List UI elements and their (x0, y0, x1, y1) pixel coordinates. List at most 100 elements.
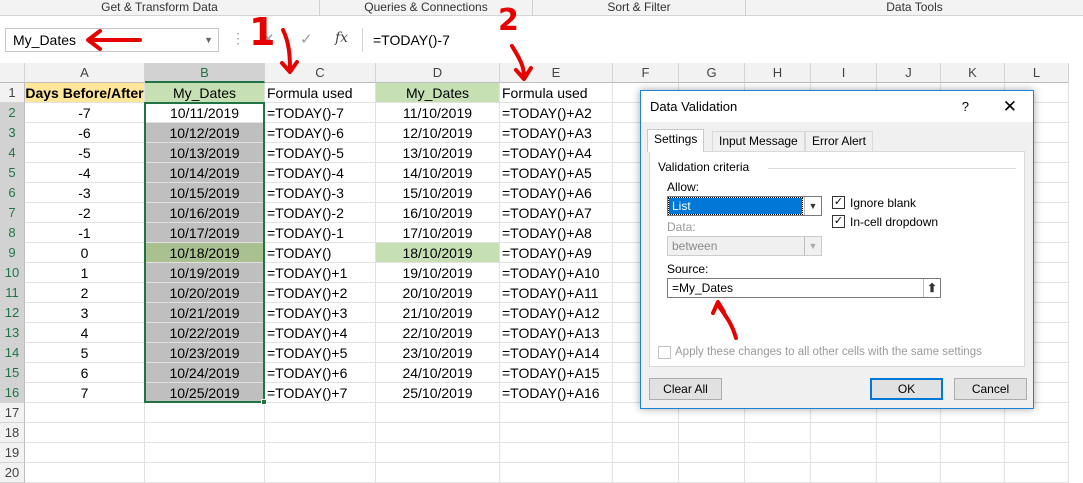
source-input[interactable]: =My_Dates ⬆ (667, 278, 941, 298)
collapse-dialog-icon[interactable]: ⬆ (923, 279, 940, 297)
cell-c16[interactable]: =TODAY()+7 (265, 383, 376, 403)
cell-e1[interactable]: Formula used (500, 83, 613, 103)
row-header-19[interactable]: 19 (0, 443, 25, 463)
cell-e11[interactable]: =TODAY()+A11 (500, 283, 613, 303)
cell-a16[interactable]: 7 (25, 383, 145, 403)
cell-d3[interactable]: 12/10/2019 (376, 123, 500, 143)
cell-d7[interactable]: 16/10/2019 (376, 203, 500, 223)
cell-l20[interactable] (1005, 463, 1069, 483)
cell-e12[interactable]: =TODAY()+A12 (500, 303, 613, 323)
cell-a10[interactable]: 1 (25, 263, 145, 283)
help-icon[interactable]: ? (962, 91, 969, 122)
cell-b2[interactable]: 10/11/2019 (145, 103, 265, 123)
cell-a19[interactable] (25, 443, 145, 463)
row-header-14[interactable]: 14 (0, 343, 25, 363)
cell-d1[interactable]: My_Dates (376, 83, 500, 103)
cell-a5[interactable]: -4 (25, 163, 145, 183)
cell-b12[interactable]: 10/21/2019 (145, 303, 265, 323)
cell-d12[interactable]: 21/10/2019 (376, 303, 500, 323)
row-header-11[interactable]: 11 (0, 283, 25, 303)
cell-e6[interactable]: =TODAY()+A6 (500, 183, 613, 203)
cell-b13[interactable]: 10/22/2019 (145, 323, 265, 343)
cell-d2[interactable]: 11/10/2019 (376, 103, 500, 123)
cell-b9[interactable]: 10/18/2019 (145, 243, 265, 263)
formula-input[interactable]: =TODAY()-7 (362, 28, 1083, 52)
column-header-d[interactable]: D (376, 63, 500, 83)
row-header-16[interactable]: 16 (0, 383, 25, 403)
ok-button[interactable]: OK (870, 378, 943, 400)
cell-b14[interactable]: 10/23/2019 (145, 343, 265, 363)
cell-e9[interactable]: =TODAY()+A9 (500, 243, 613, 263)
cell-d16[interactable]: 25/10/2019 (376, 383, 500, 403)
cell-c10[interactable]: =TODAY()+1 (265, 263, 376, 283)
cell-f19[interactable] (613, 443, 679, 463)
cell-b4[interactable]: 10/13/2019 (145, 143, 265, 163)
cell-d15[interactable]: 24/10/2019 (376, 363, 500, 383)
tab-error-alert[interactable]: Error Alert (805, 131, 874, 151)
row-header-17[interactable]: 17 (0, 403, 25, 423)
cell-b18[interactable] (145, 423, 265, 443)
cell-d17[interactable] (376, 403, 500, 423)
cell-a7[interactable]: -2 (25, 203, 145, 223)
cell-c8[interactable]: =TODAY()-1 (265, 223, 376, 243)
chevron-down-icon[interactable]: ▼ (204, 29, 213, 51)
chevron-down-icon[interactable]: ▼ (804, 237, 821, 255)
cell-i18[interactable] (811, 423, 877, 443)
cell-a20[interactable] (25, 463, 145, 483)
allow-select[interactable]: List ▼ (667, 196, 822, 216)
clear-all-button[interactable]: Clear All (649, 378, 722, 400)
cell-f18[interactable] (613, 423, 679, 443)
column-header-g[interactable]: G (679, 63, 745, 83)
cell-e16[interactable]: =TODAY()+A16 (500, 383, 613, 403)
cell-c7[interactable]: =TODAY()-2 (265, 203, 376, 223)
data-select[interactable]: between ▼ (667, 236, 822, 256)
cell-g20[interactable] (679, 463, 745, 483)
cell-b7[interactable]: 10/16/2019 (145, 203, 265, 223)
cell-j18[interactable] (877, 423, 941, 443)
cell-a6[interactable]: -3 (25, 183, 145, 203)
cell-a9[interactable]: 0 (25, 243, 145, 263)
cell-a8[interactable]: -1 (25, 223, 145, 243)
cell-e10[interactable]: =TODAY()+A10 (500, 263, 613, 283)
row-header-13[interactable]: 13 (0, 323, 25, 343)
cell-l19[interactable] (1005, 443, 1069, 463)
cell-d5[interactable]: 14/10/2019 (376, 163, 500, 183)
name-box[interactable]: My_Dates ▼ (5, 28, 219, 52)
column-header-a[interactable]: A (25, 63, 145, 83)
cell-e4[interactable]: =TODAY()+A4 (500, 143, 613, 163)
cell-j19[interactable] (877, 443, 941, 463)
cell-b20[interactable] (145, 463, 265, 483)
cell-b5[interactable]: 10/14/2019 (145, 163, 265, 183)
cell-j20[interactable] (877, 463, 941, 483)
row-header-3[interactable]: 3 (0, 123, 25, 143)
cell-c3[interactable]: =TODAY()-6 (265, 123, 376, 143)
cell-c12[interactable]: =TODAY()+3 (265, 303, 376, 323)
cell-k20[interactable] (941, 463, 1005, 483)
cell-c13[interactable]: =TODAY()+4 (265, 323, 376, 343)
cell-f20[interactable] (613, 463, 679, 483)
cell-c2[interactable]: =TODAY()-7 (265, 103, 376, 123)
row-header-8[interactable]: 8 (0, 223, 25, 243)
close-icon[interactable]: ✕ (1003, 91, 1017, 122)
cell-c4[interactable]: =TODAY()-5 (265, 143, 376, 163)
cell-b1[interactable]: My_Dates (145, 83, 265, 103)
enter-entry-button[interactable]: ✓ (300, 30, 313, 48)
cell-a12[interactable]: 3 (25, 303, 145, 323)
cell-e3[interactable]: =TODAY()+A3 (500, 123, 613, 143)
column-header-j[interactable]: J (877, 63, 941, 83)
cell-c15[interactable]: =TODAY()+6 (265, 363, 376, 383)
row-header-9[interactable]: 9 (0, 243, 25, 263)
cell-d11[interactable]: 20/10/2019 (376, 283, 500, 303)
cell-b15[interactable]: 10/24/2019 (145, 363, 265, 383)
cell-b8[interactable]: 10/17/2019 (145, 223, 265, 243)
row-header-5[interactable]: 5 (0, 163, 25, 183)
cell-a4[interactable]: -5 (25, 143, 145, 163)
cancel-button[interactable]: Cancel (954, 378, 1027, 400)
cell-k18[interactable] (941, 423, 1005, 443)
cell-i19[interactable] (811, 443, 877, 463)
cell-h19[interactable] (745, 443, 811, 463)
cell-b16[interactable]: 10/25/2019 (145, 383, 265, 403)
cell-c11[interactable]: =TODAY()+2 (265, 283, 376, 303)
cell-e8[interactable]: =TODAY()+A8 (500, 223, 613, 243)
apply-all-checkbox[interactable] (658, 346, 671, 359)
